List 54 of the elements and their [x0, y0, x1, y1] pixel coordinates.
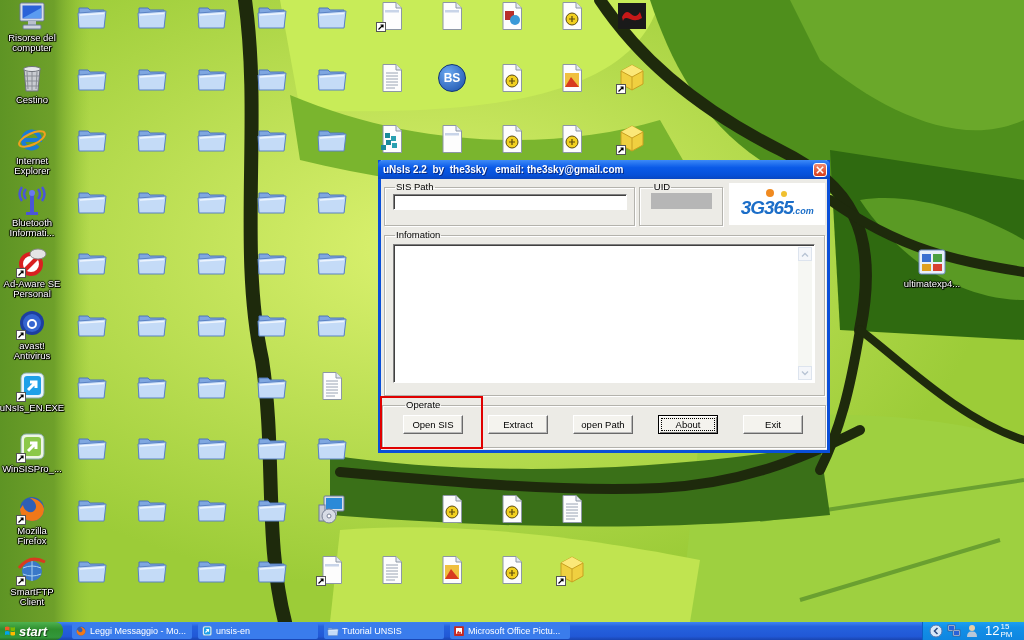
computer-icon — [16, 0, 48, 32]
desktop-shortcut[interactable]: Cestino — [15, 61, 49, 105]
dialog-button[interactable]: Extract — [488, 415, 548, 434]
start-button[interactable]: start — [0, 622, 63, 640]
scroll-down-button[interactable] — [798, 366, 812, 380]
scroll-up-button[interactable] — [798, 247, 812, 261]
arrow-tile-icon — [16, 431, 48, 464]
antenna-icon — [16, 184, 48, 217]
arrow-tile-icon — [201, 625, 213, 637]
close-button[interactable] — [813, 162, 827, 177]
folder-icon — [327, 625, 339, 637]
user-icon[interactable] — [965, 624, 979, 638]
taskbar-button[interactable]: Leggi Messaggio - Mo... — [72, 623, 192, 639]
dialog-button[interactable]: About — [658, 415, 718, 434]
dialog-button[interactable]: Exit — [743, 415, 803, 434]
clock-hour: 12 — [985, 624, 1000, 638]
logo-tile-icon[interactable] — [616, 0, 648, 32]
computer-disc-icon[interactable] — [316, 492, 348, 525]
desktop-shortcut[interactable]: SmartFTP Client — [2, 554, 62, 608]
scrollbar[interactable] — [798, 247, 812, 380]
flag-icon — [4, 625, 16, 637]
taskbar-button[interactable]: Microsoft Office Pictu... — [450, 623, 570, 639]
desktop-shortcut[interactable]: Mozilla Firefox — [2, 492, 62, 546]
chevron-up-icon — [801, 251, 809, 257]
dialog-button[interactable]: Open SIS — [403, 415, 463, 434]
chevron-circle-icon[interactable] — [929, 624, 943, 638]
logo-text: 3G365.com — [740, 197, 814, 220]
desktop-shortcut[interactable]: uNsIs_EN.EXE — [0, 369, 64, 413]
desktop-shortcut[interactable]: Risorse del computer — [2, 0, 62, 53]
desktop-shortcut[interactable]: Internet Explorer — [2, 123, 62, 177]
dialog-button[interactable]: open Path — [573, 415, 633, 434]
desktop-shortcut[interactable]: WinSISPro_... — [2, 431, 62, 475]
orbs-icon — [765, 187, 790, 198]
group-label: Infomation — [395, 229, 442, 241]
sis-path-field[interactable] — [393, 194, 627, 210]
desktop-shortcut[interactable]: ultimatexp4... — [903, 246, 961, 290]
group-label: Operate — [405, 399, 442, 411]
network-icon[interactable] — [947, 624, 961, 638]
group-label: UID — [652, 181, 672, 193]
group-label: SIS Path — [395, 181, 435, 193]
clock-period: PM — [1000, 631, 1013, 639]
clock-minute: 15 — [1000, 623, 1011, 631]
prohibition-icon — [16, 246, 48, 279]
close-icon — [816, 165, 824, 174]
arrow-tile-icon — [16, 369, 48, 402]
picture-icon — [453, 625, 465, 637]
fox-globe-icon — [75, 625, 87, 637]
chevron-down-icon — [801, 370, 809, 376]
taskbar-button[interactable]: unsis-en — [198, 623, 318, 639]
taskbar-button[interactable]: Tutorial UNSIS — [324, 623, 444, 639]
desktop-shortcut[interactable]: Ad-Aware SE Personal — [2, 246, 62, 300]
desktop-shortcut[interactable]: avast! Antivirus — [2, 307, 62, 361]
window-title: uNsIs 2.2 by the3sky email: the3sky@gmail.com — [383, 164, 624, 175]
desktop-shortcut[interactable]: Bluetooth Informati... — [2, 184, 62, 238]
